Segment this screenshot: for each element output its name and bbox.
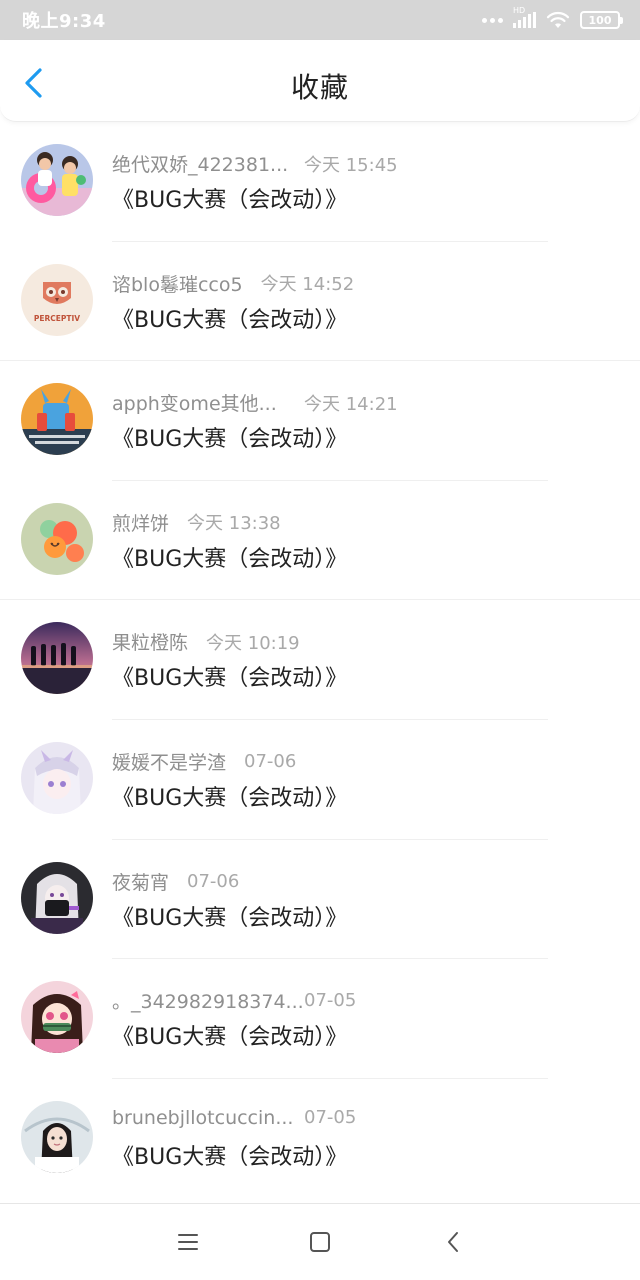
item-time: 今天 10:19	[206, 632, 300, 654]
item-time: 今天 13:38	[187, 513, 281, 535]
list-item[interactable]: 夜菊宵 07-06 《BUG大赛（会改动）》	[0, 840, 640, 960]
item-title: 《BUG大赛（会改动）》	[112, 307, 348, 333]
list-item[interactable]: 绝代双娇_422381... 今天 15:45 《BUG大赛（会改动）》	[0, 122, 640, 242]
item-title: 《BUG大赛（会改动）》	[112, 905, 348, 931]
item-time: 今天 14:21	[304, 393, 398, 415]
avatar	[21, 502, 93, 575]
home-square-icon[interactable]	[308, 1230, 332, 1254]
item-title: 《BUG大赛（会改动）》	[112, 188, 348, 213]
avatar-logo-text: PERCEPTIV	[34, 314, 80, 323]
author-name: 。_342982918374...	[112, 991, 304, 1014]
avatar: PERCEPTIV	[21, 263, 93, 336]
favorites-list: 绝代双娇_422381... 今天 15:45 《BUG大赛（会改动）》 PER…	[0, 122, 640, 1198]
battery-level: 100	[588, 13, 612, 27]
avatar	[21, 861, 93, 934]
item-time: 07-06	[187, 870, 240, 892]
author-name: apph变ome其他...	[112, 393, 277, 416]
item-meta: 媛媛不是学渣 07-06	[112, 748, 296, 775]
author-name: brunebjllotcuccin...	[112, 1106, 294, 1129]
author-name: 夜菊宵	[112, 871, 170, 894]
item-title: 《BUG大赛（会改动）》	[112, 1144, 348, 1170]
wifi-icon	[546, 11, 570, 28]
item-meta: 夜菊宵 07-06	[112, 868, 239, 895]
list-item[interactable]: apph变ome其他... 今天 14:21 《BUG大赛（会改动）》	[0, 361, 640, 481]
item-meta: 果粒橙陈 今天 10:19	[112, 628, 300, 655]
author-name: 媛媛不是学渣	[112, 751, 227, 774]
header: 收藏	[0, 40, 640, 122]
avatar	[21, 383, 93, 456]
back-chevron-icon[interactable]	[442, 1230, 466, 1254]
system-navigation-bar	[0, 1203, 640, 1280]
avatar	[21, 144, 93, 216]
list-item[interactable]: 煎烊饼 今天 13:38 《BUG大赛（会改动）》	[0, 481, 640, 601]
avatar	[21, 981, 93, 1054]
avatar	[21, 1100, 93, 1173]
status-time: 晚上9:34	[22, 11, 106, 32]
item-title: 《BUG大赛（会改动）》	[112, 666, 348, 692]
more-dots-icon	[482, 17, 503, 23]
item-meta: 绝代双娇_422381... 今天 15:45	[112, 150, 398, 177]
item-time: 今天 14:52	[260, 274, 355, 296]
item-title: 《BUG大赛（会改动）》	[112, 1025, 348, 1051]
list-item[interactable]: 媛媛不是学渣 07-06 《BUG大赛（会改动）》	[0, 720, 640, 840]
item-title: 《BUG大赛（会改动）》	[112, 427, 348, 453]
battery-icon: 100	[580, 11, 623, 29]
list-item[interactable]: 。_342982918374... 07-05 《BUG大赛（会改动）》	[0, 959, 640, 1079]
item-title: 《BUG大赛（会改动）》	[112, 546, 348, 572]
list-item[interactable]: PERCEPTIV 谘blo鬈璀cco5 今天 14:52 《BUG大赛（会改动…	[0, 242, 640, 362]
item-time: 今天 15:45	[304, 154, 398, 176]
menu-icon[interactable]	[176, 1230, 200, 1254]
item-meta: 。_342982918374... 07-05	[112, 987, 356, 1014]
item-time: 07-05	[304, 990, 357, 1012]
page-title: 收藏	[290, 71, 349, 104]
item-time: 07-05	[304, 1107, 357, 1129]
item-meta: apph变ome其他... 今天 14:21	[112, 389, 398, 416]
signal-hd-label: HD	[513, 6, 526, 15]
item-meta: 谘blo鬈璀cco5 今天 14:52	[112, 270, 354, 297]
item-meta: brunebjllotcuccin... 07-05	[112, 1107, 356, 1129]
status-icons: HD 100	[482, 6, 623, 29]
status-bar: 晚上9:34 HD 100	[0, 0, 640, 40]
avatar	[21, 622, 93, 695]
author-name: 谘blo鬈璀cco5	[112, 273, 243, 296]
author-name: 果粒橙陈	[112, 632, 189, 655]
author-name: 绝代双娇_422381...	[112, 154, 289, 176]
avatar	[21, 741, 93, 814]
list-item[interactable]: brunebjllotcuccin... 07-05 《BUG大赛（会改动）》	[0, 1079, 640, 1199]
item-title: 《BUG大赛（会改动）》	[112, 785, 348, 811]
item-meta: 煎烊饼 今天 13:38	[112, 509, 281, 536]
author-name: 煎烊饼	[112, 512, 170, 535]
signal-icon: HD	[513, 6, 536, 28]
list-item[interactable]: 果粒橙陈 今天 10:19 《BUG大赛（会改动）》	[0, 600, 640, 720]
item-time: 07-06	[244, 750, 297, 772]
